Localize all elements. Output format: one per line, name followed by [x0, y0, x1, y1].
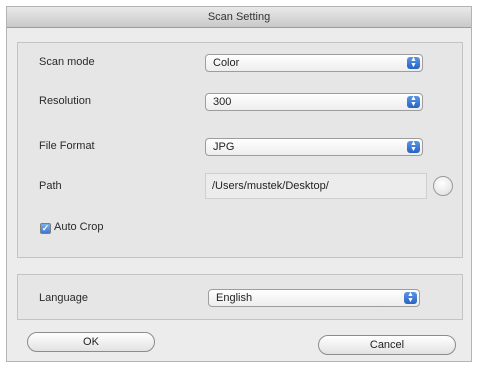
scan-mode-label: Scan mode: [39, 56, 95, 68]
language-value: English: [216, 292, 253, 304]
up-down-arrows-icon: ▲ ▼: [407, 140, 420, 153]
browse-button[interactable]: [433, 176, 453, 196]
scan-mode-value: Color: [213, 57, 240, 69]
scan-settings-group: Scan mode Color ▲ ▼ Resolution 300 ▲ ▼ Fil…: [17, 42, 463, 258]
scan-setting-dialog: Scan Setting Scan mode Color ▲ ▼ Resoluti…: [6, 6, 472, 362]
path-label: Path: [39, 180, 62, 192]
ok-button[interactable]: OK: [27, 332, 155, 352]
up-down-arrows-icon: ▲ ▼: [404, 291, 417, 304]
language-group: Language English ▲ ▼: [17, 274, 463, 320]
scan-mode-select[interactable]: Color ▲ ▼: [205, 54, 423, 72]
file-format-label: File Format: [39, 140, 95, 152]
file-format-select[interactable]: JPG ▲ ▼: [205, 138, 423, 156]
resolution-label: Resolution: [39, 95, 91, 107]
resolution-value: 300: [213, 96, 232, 108]
up-down-arrows-icon: ▲ ▼: [407, 95, 420, 108]
resolution-select[interactable]: 300 ▲ ▼: [205, 93, 423, 111]
up-down-arrows-icon: ▲ ▼: [407, 56, 420, 69]
dialog-title: Scan Setting: [7, 7, 471, 28]
file-format-value: JPG: [213, 141, 235, 153]
auto-crop-checkbox[interactable]: ✓: [40, 223, 51, 234]
path-field[interactable]: /Users/mustek/Desktop/: [205, 173, 427, 199]
cancel-button[interactable]: Cancel: [318, 335, 456, 355]
language-select[interactable]: English ▲ ▼: [208, 289, 420, 307]
auto-crop-label: Auto Crop: [54, 221, 104, 233]
language-label: Language: [39, 292, 88, 304]
